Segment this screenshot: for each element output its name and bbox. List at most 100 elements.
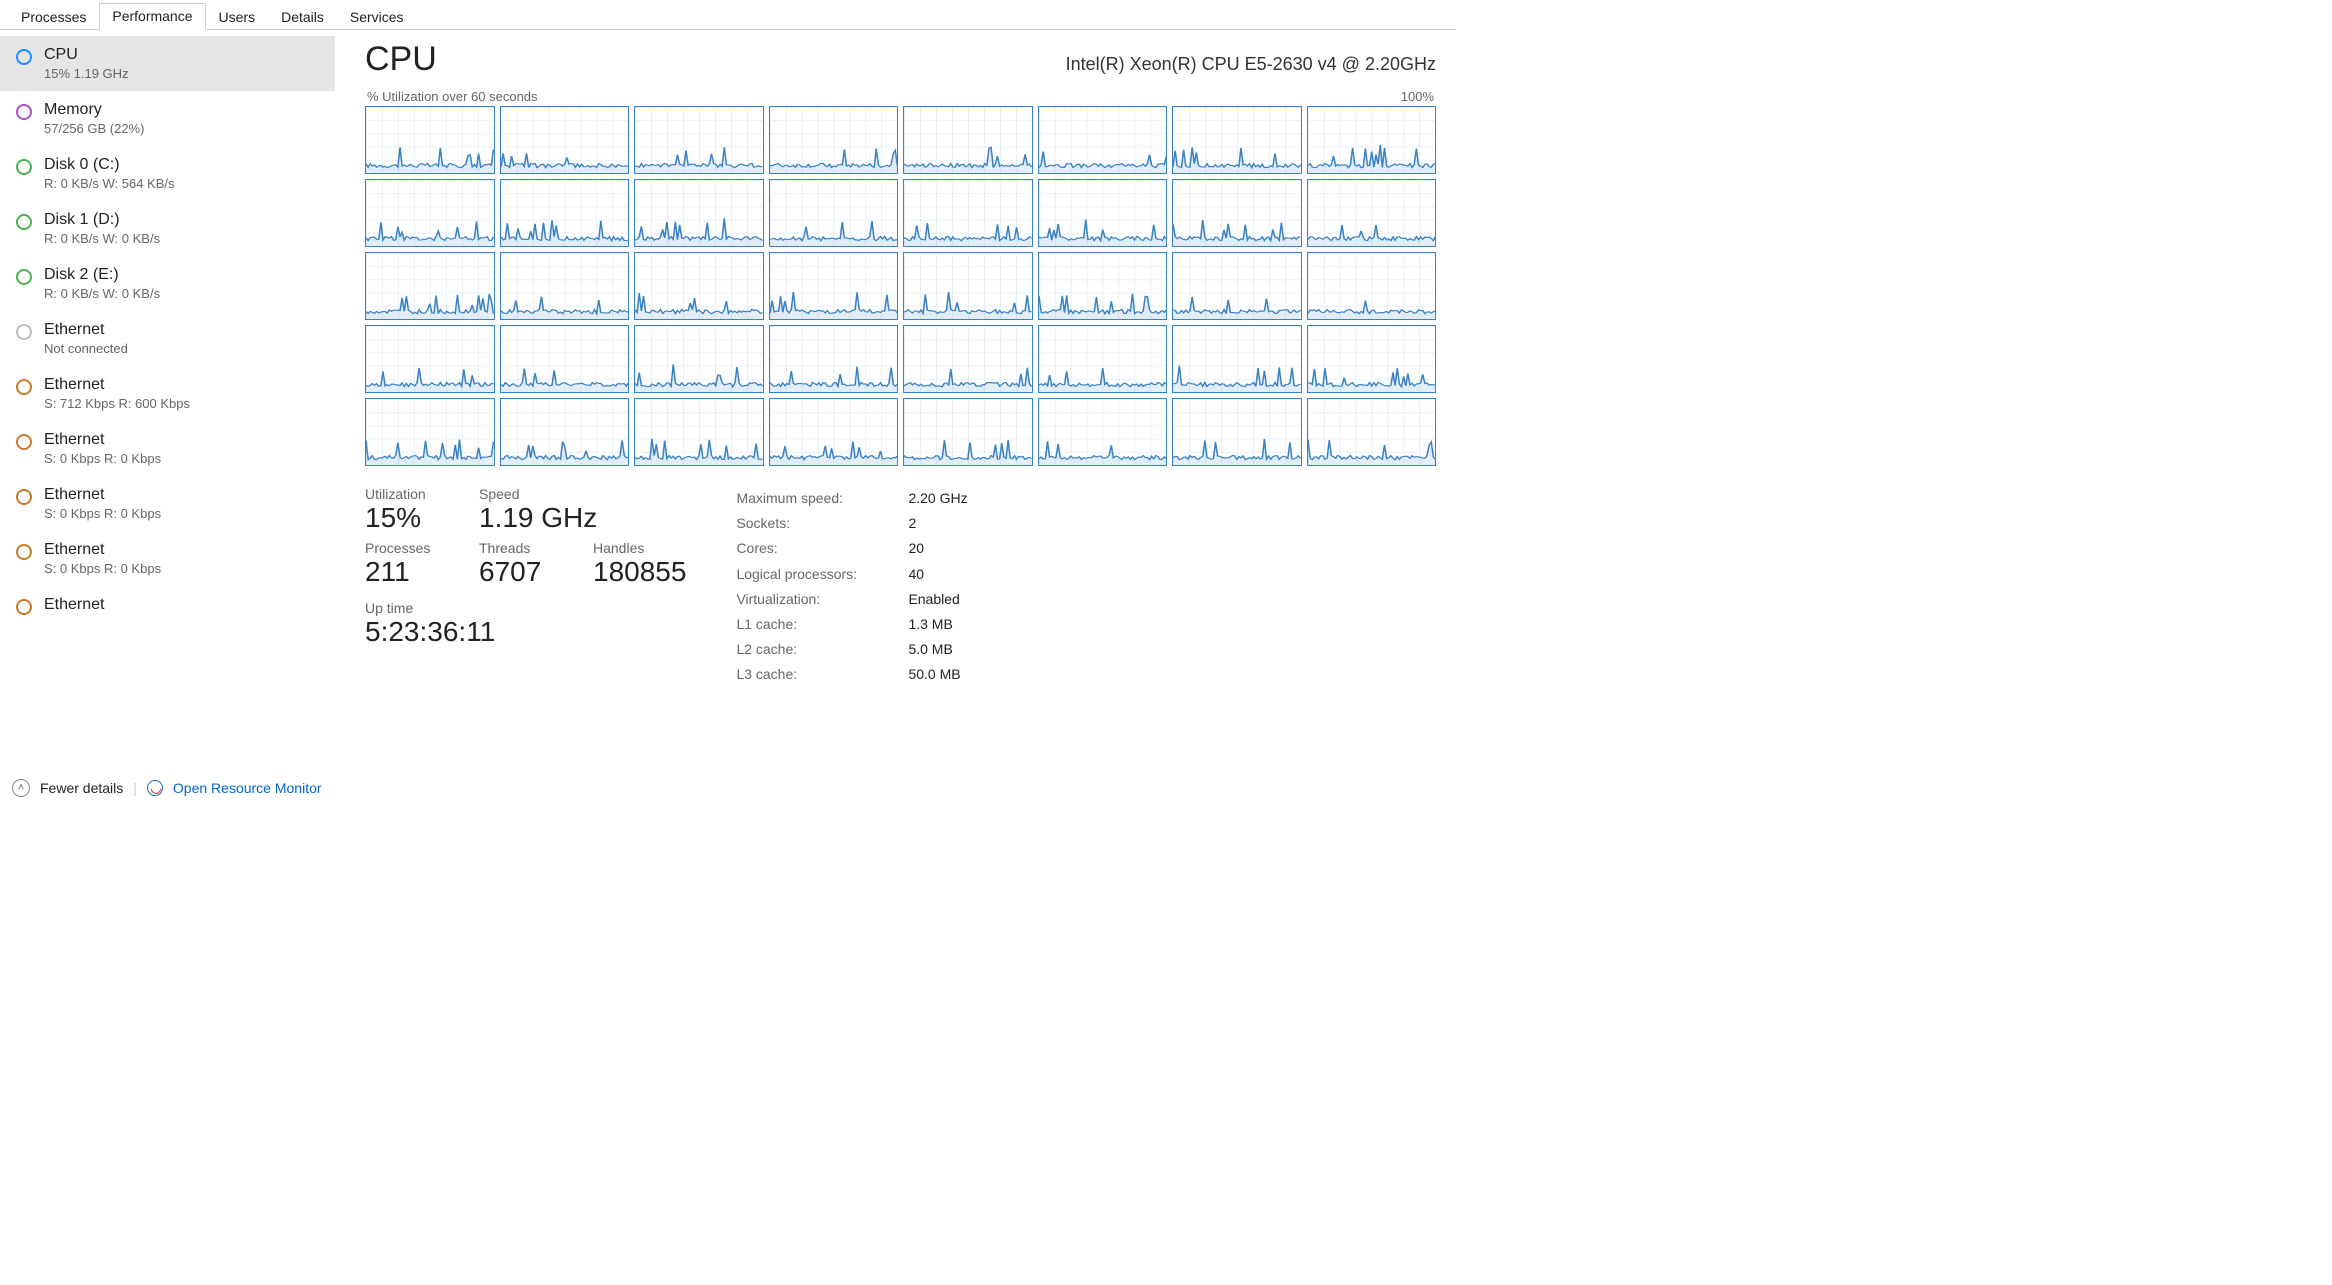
core-chart-10 xyxy=(634,179,764,247)
sidebar-item-sub: R: 0 KB/s W: 564 KB/s xyxy=(44,176,175,191)
spec-key: Cores: xyxy=(736,536,896,561)
stats-area: Utilization 15% Speed 1.19 GHz Processes… xyxy=(365,486,1436,688)
core-chart-24 xyxy=(365,325,495,393)
chevron-up-icon[interactable]: ˄ xyxy=(12,779,30,797)
circle-icon xyxy=(16,104,32,120)
threads-label: Threads xyxy=(479,540,569,556)
tab-performance[interactable]: Performance xyxy=(99,3,205,30)
sidebar-item-sub: S: 712 Kbps R: 600 Kbps xyxy=(44,396,190,411)
spec-val: Enabled xyxy=(908,587,959,612)
speed-value: 1.19 GHz xyxy=(479,502,597,534)
handles-value: 180855 xyxy=(593,556,686,588)
sidebar-item-8[interactable]: EthernetS: 0 Kbps R: 0 Kbps xyxy=(0,476,335,531)
core-chart-28 xyxy=(903,325,1033,393)
chart-axis-labels: % Utilization over 60 seconds 100% xyxy=(367,89,1434,104)
stats-left: Utilization 15% Speed 1.19 GHz Processes… xyxy=(365,486,686,688)
core-chart-9 xyxy=(500,179,630,247)
spec-val: 1.3 MB xyxy=(908,612,952,637)
core-chart-11 xyxy=(769,179,899,247)
core-chart-23 xyxy=(1307,252,1437,320)
cpu-core-grid xyxy=(365,106,1436,466)
sidebar-item-9[interactable]: EthernetS: 0 Kbps R: 0 Kbps xyxy=(0,531,335,586)
core-chart-3 xyxy=(769,106,899,174)
spec-row: Virtualization: Enabled xyxy=(736,587,967,612)
spec-val: 20 xyxy=(908,536,924,561)
sidebar-item-title: CPU xyxy=(44,46,129,64)
core-chart-30 xyxy=(1172,325,1302,393)
sidebar-item-title: Ethernet xyxy=(44,431,161,449)
core-chart-31 xyxy=(1307,325,1437,393)
spec-row: Logical processors:40 xyxy=(736,562,967,587)
sidebar-item-1[interactable]: Memory57/256 GB (22%) xyxy=(0,91,335,146)
tab-processes[interactable]: Processes xyxy=(8,4,99,30)
spec-val: 40 xyxy=(908,562,924,587)
fewer-details-link[interactable]: Fewer details xyxy=(40,780,123,796)
spec-key: Maximum speed: xyxy=(736,486,896,511)
core-chart-32 xyxy=(365,398,495,466)
core-chart-13 xyxy=(1038,179,1168,247)
spec-val: 5.0 MB xyxy=(908,637,952,662)
sidebar-item-title: Ethernet xyxy=(44,376,190,394)
circle-icon xyxy=(16,379,32,395)
core-chart-35 xyxy=(769,398,899,466)
uptime-value: 5:23:36:11 xyxy=(365,616,686,648)
spec-row: L3 cache:50.0 MB xyxy=(736,662,967,687)
open-resource-monitor-link[interactable]: Open Resource Monitor xyxy=(173,780,322,796)
core-chart-26 xyxy=(634,325,764,393)
tab-services[interactable]: Services xyxy=(337,4,417,30)
chart-axis-right: 100% xyxy=(1401,89,1434,104)
sidebar-item-title: Disk 2 (E:) xyxy=(44,266,160,284)
core-chart-39 xyxy=(1307,398,1437,466)
sidebar-item-5[interactable]: EthernetNot connected xyxy=(0,311,335,366)
sidebar-item-title: Ethernet xyxy=(44,541,161,559)
sidebar-item-sub: S: 0 Kbps R: 0 Kbps xyxy=(44,506,161,521)
resource-monitor-icon[interactable] xyxy=(147,780,163,796)
circle-icon xyxy=(16,489,32,505)
spec-val: 2 xyxy=(908,511,916,536)
sidebar-item-0[interactable]: CPU15% 1.19 GHz xyxy=(0,36,335,91)
task-manager-window: ProcessesPerformanceUsersDetailsServices… xyxy=(0,0,1456,805)
circle-icon xyxy=(16,324,32,340)
spec-val: 2.20 GHz xyxy=(908,486,967,511)
core-chart-27 xyxy=(769,325,899,393)
spec-key: Virtualization: xyxy=(736,587,896,612)
spec-table: Maximum speed:2.20 GHzSockets:2Cores:20L… xyxy=(736,486,967,688)
core-chart-8 xyxy=(365,179,495,247)
sidebar-item-10[interactable]: Ethernet xyxy=(0,586,335,626)
core-chart-19 xyxy=(769,252,899,320)
threads-value: 6707 xyxy=(479,556,569,588)
sidebar-item-title: Disk 1 (D:) xyxy=(44,211,160,229)
main-header: CPU Intel(R) Xeon(R) CPU E5-2630 v4 @ 2.… xyxy=(365,40,1436,79)
core-chart-25 xyxy=(500,325,630,393)
circle-icon xyxy=(16,599,32,615)
core-chart-22 xyxy=(1172,252,1302,320)
spec-row: L1 cache:1.3 MB xyxy=(736,612,967,637)
sidebar-item-2[interactable]: Disk 0 (C:)R: 0 KB/s W: 564 KB/s xyxy=(0,146,335,201)
core-chart-14 xyxy=(1172,179,1302,247)
circle-icon xyxy=(16,49,32,65)
circle-icon xyxy=(16,269,32,285)
sidebar-item-title: Ethernet xyxy=(44,321,128,339)
tab-bar: ProcessesPerformanceUsersDetailsServices xyxy=(0,0,1456,30)
core-chart-1 xyxy=(500,106,630,174)
sidebar-item-7[interactable]: EthernetS: 0 Kbps R: 0 Kbps xyxy=(0,421,335,476)
sidebar-item-title: Ethernet xyxy=(44,596,104,614)
spec-row: Sockets: 2 xyxy=(736,511,967,536)
utilization-value: 15% xyxy=(365,502,455,534)
core-chart-36 xyxy=(903,398,1033,466)
sidebar-item-sub: 57/256 GB (22%) xyxy=(44,121,144,136)
spec-row: Maximum speed: 2.20 GHz xyxy=(736,486,967,511)
spec-key: Sockets: xyxy=(736,511,896,536)
processes-label: Processes xyxy=(365,540,455,556)
tab-details[interactable]: Details xyxy=(268,4,337,30)
sidebar-item-4[interactable]: Disk 2 (E:)R: 0 KB/s W: 0 KB/s xyxy=(0,256,335,311)
core-chart-38 xyxy=(1172,398,1302,466)
sidebar-wrap: CPU15% 1.19 GHzMemory57/256 GB (22%)Disk… xyxy=(0,30,335,771)
uptime-label: Up time xyxy=(365,600,686,616)
sidebar[interactable]: CPU15% 1.19 GHzMemory57/256 GB (22%)Disk… xyxy=(0,30,335,771)
spec-val: 50.0 MB xyxy=(908,662,960,687)
sidebar-item-6[interactable]: Ethernet S: 712 Kbps R: 600 Kbps xyxy=(0,366,335,421)
main-panel: CPU Intel(R) Xeon(R) CPU E5-2630 v4 @ 2.… xyxy=(335,30,1456,771)
tab-users[interactable]: Users xyxy=(206,4,269,30)
sidebar-item-3[interactable]: Disk 1 (D:)R: 0 KB/s W: 0 KB/s xyxy=(0,201,335,256)
